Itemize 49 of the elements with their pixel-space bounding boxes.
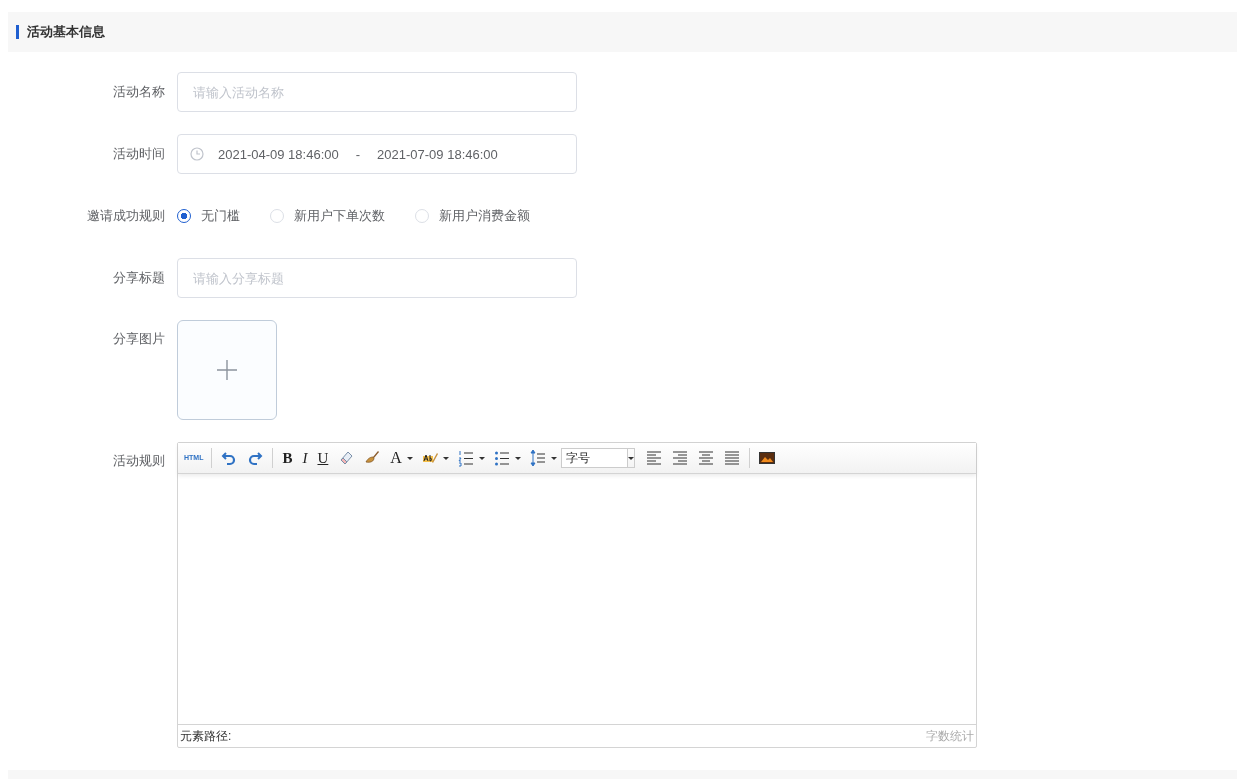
word-count-label: 字数统计 xyxy=(926,727,974,745)
caret-icon xyxy=(627,456,634,460)
justify-icon[interactable] xyxy=(723,449,740,467)
end-date: 2021-07-09 18:46:00 xyxy=(377,146,498,162)
bulleted-list-icon[interactable] xyxy=(493,449,510,467)
undo-icon[interactable] xyxy=(221,449,238,467)
align-right-icon[interactable] xyxy=(671,449,688,467)
field-label: 邀请成功规则 xyxy=(86,207,166,225)
start-date: 2021-04-09 18:46:00 xyxy=(218,146,339,162)
numbered-list-icon[interactable] xyxy=(457,449,474,467)
align-left-icon[interactable] xyxy=(645,449,662,467)
radio-label: 新用户下单次数 xyxy=(294,207,385,225)
clock-icon xyxy=(190,147,204,161)
eraser-icon[interactable] xyxy=(338,449,355,467)
caret-icon xyxy=(406,456,413,460)
section-title: 活动基本信息 xyxy=(27,23,105,41)
plus-icon xyxy=(216,359,238,381)
font-size-label: 字号 xyxy=(565,449,590,467)
caret-icon xyxy=(442,456,449,460)
caret-icon xyxy=(514,456,521,460)
field-label: 活动规则 xyxy=(112,452,166,470)
field-label: 活动名称 xyxy=(112,83,166,101)
range-separator: - xyxy=(355,146,361,162)
field-label: 活动时间 xyxy=(112,145,166,163)
bold-button[interactable]: B xyxy=(279,448,296,468)
caret-icon xyxy=(478,456,485,460)
radio-option[interactable]: 新用户下单次数 xyxy=(270,207,385,225)
dropdown-button[interactable] xyxy=(626,448,635,468)
radio-label: 新用户消费金额 xyxy=(439,207,530,225)
radio-option[interactable]: 新用户消费金额 xyxy=(415,207,530,225)
radio-label: 无门槛 xyxy=(201,207,240,225)
italic-button[interactable]: I xyxy=(299,448,311,468)
radio-option[interactable]: 无门槛 xyxy=(177,207,240,225)
date-range-field[interactable]: 2021-04-09 18:46:00 - 2021-07-09 18:46:00 xyxy=(177,134,577,174)
caret-icon xyxy=(550,456,557,460)
line-spacing-icon[interactable] xyxy=(529,449,546,467)
font-size-select[interactable]: 字号 xyxy=(560,448,627,468)
accent-bar xyxy=(16,25,19,39)
field-label: 分享图片 xyxy=(112,330,166,348)
redo-icon[interactable] xyxy=(247,449,264,467)
text-input[interactable]: 请输入活动名称 xyxy=(177,72,577,112)
text-input[interactable]: 请输入分享标题 xyxy=(177,258,577,298)
element-path-label: 元素路径: xyxy=(180,727,232,745)
radio-button[interactable] xyxy=(177,209,191,223)
field-label: 分享标题 xyxy=(112,269,166,287)
image-icon[interactable] xyxy=(758,449,775,467)
align-center-icon[interactable] xyxy=(697,449,714,467)
font-color-button[interactable]: A xyxy=(387,448,405,468)
underline-button[interactable]: U xyxy=(314,448,332,468)
